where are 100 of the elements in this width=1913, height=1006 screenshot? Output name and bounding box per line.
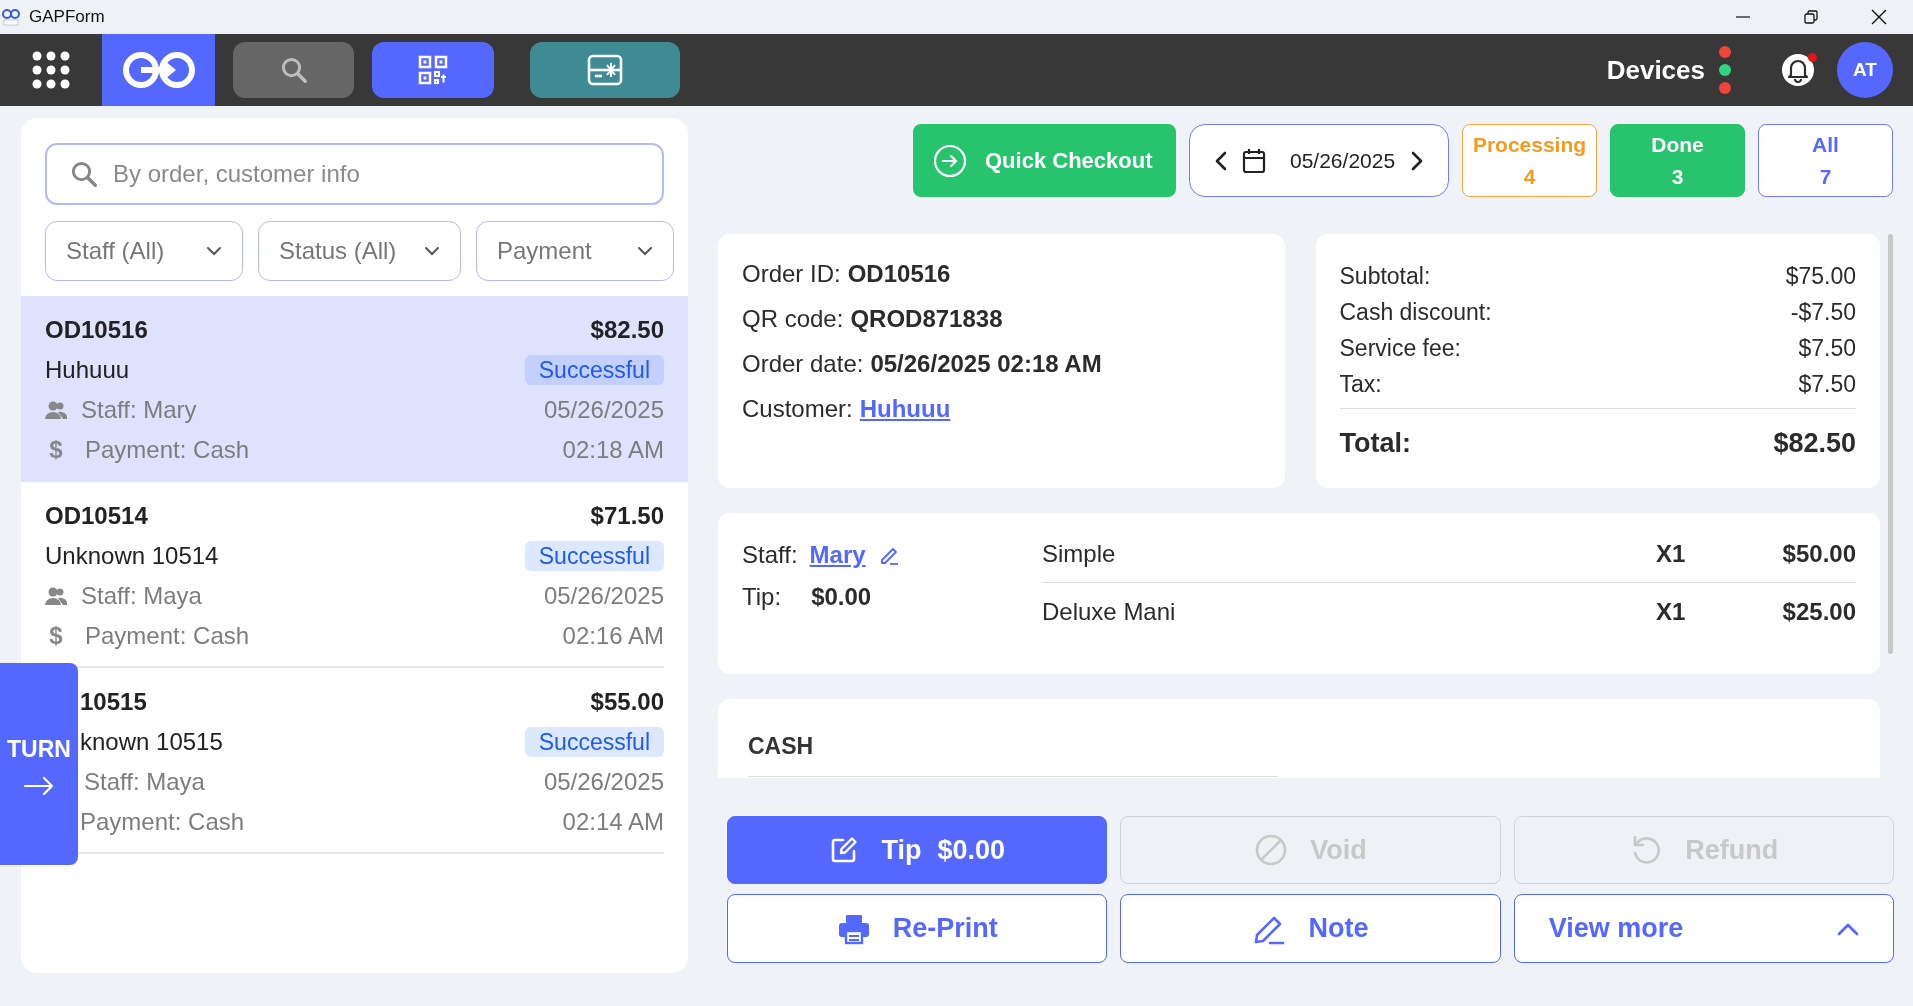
filter-dropdown[interactable]: Status (All)	[258, 221, 461, 281]
total-value: -$7.50	[1790, 297, 1856, 327]
order-amount: $55.00	[590, 687, 664, 717]
dollar-icon: $	[45, 432, 67, 468]
linked-rings-logo-icon	[120, 50, 197, 90]
notification-bell-icon[interactable]	[1781, 53, 1815, 87]
filter-dropdown[interactable]: Payment	[476, 221, 674, 281]
devices-label: Devices	[1606, 53, 1705, 87]
staff-name: Staff: Maya	[84, 767, 205, 797]
info-label: Customer:	[742, 393, 853, 424]
grand-total-value: $82.50	[1773, 427, 1856, 460]
customer-name: Huhuuu	[45, 355, 130, 385]
order-time: 02:14 AM	[562, 807, 664, 837]
info-value: 05/26/2025 02:18 AM	[870, 348, 1102, 379]
chevron-left-icon[interactable]	[1214, 149, 1228, 172]
action-button[interactable]: Note	[1120, 894, 1501, 963]
order-time: 02:16 AM	[562, 621, 664, 651]
total-value: $75.00	[1785, 261, 1856, 291]
chevron-down-icon	[637, 246, 653, 256]
users-icon	[45, 586, 67, 606]
info-label: Order date:	[742, 348, 864, 379]
total-value: $7.50	[1798, 333, 1856, 363]
service-price: $25.00	[1781, 597, 1856, 627]
search-button[interactable]	[233, 42, 354, 98]
info-label: Order ID:	[742, 258, 841, 289]
total-value: $7.50	[1798, 369, 1856, 399]
chevron-down-icon	[424, 246, 440, 256]
customer-link[interactable]: Huhuuu	[859, 390, 951, 427]
filter-dropdown[interactable]: Staff (All)	[45, 221, 243, 281]
app-logo-icon	[1, 7, 21, 27]
caret-up-icon	[1837, 921, 1859, 936]
grid-menu-icon[interactable]	[31, 50, 71, 90]
payment-method: Payment: Cash	[85, 621, 250, 651]
service-name: Deluxe Mani	[1042, 597, 1177, 627]
order-time: 02:18 AM	[562, 435, 664, 465]
order-row[interactable]: OD10516 $82.50 Huhuuu Successful Staff: Mary 05/26/2025 $ Payment: Cash 02:18 AM	[21, 296, 688, 482]
info-label: QR code:	[742, 303, 844, 334]
service-quantity: X1	[1656, 538, 1687, 569]
order-date: 05/26/2025	[543, 767, 664, 797]
payment-method: Payment: Cash	[80, 807, 245, 837]
window-title: GAPForm	[29, 6, 105, 29]
status-count-button[interactable]: Processing 4	[1462, 124, 1597, 197]
action-button[interactable]: View more	[1513, 894, 1894, 963]
order-amount: $82.50	[590, 315, 664, 345]
search-icon	[69, 159, 99, 189]
tip-value: $0.00	[811, 582, 872, 612]
order-id: 10515	[79, 687, 147, 717]
chevron-right-icon[interactable]	[1410, 149, 1424, 172]
card-sparkle-icon	[587, 54, 623, 86]
staff-link[interactable]: Mary	[809, 537, 866, 573]
search-input[interactable]: By order, customer info	[113, 156, 640, 192]
arrow-circle-icon	[933, 143, 967, 178]
total-label: Service fee:	[1339, 333, 1461, 363]
home-logo-button[interactable]	[102, 34, 215, 106]
order-amount: $71.50	[590, 501, 664, 531]
action-button[interactable]: Re-Print	[727, 894, 1108, 963]
total-label: Subtotal:	[1339, 261, 1431, 291]
quick-checkout-button[interactable]: Quick Checkout	[913, 124, 1176, 197]
dollar-icon: $	[45, 618, 67, 654]
status-count-button[interactable]: Done 3	[1610, 124, 1745, 197]
status-count-button[interactable]: All 7	[1758, 124, 1893, 197]
payment-title: CASH	[748, 729, 1278, 777]
info-value: OD10516	[847, 258, 951, 289]
users-icon	[45, 400, 67, 420]
service-quantity: X1	[1656, 597, 1687, 627]
service-price: $50.00	[1781, 538, 1856, 569]
printer-icon	[836, 912, 871, 945]
payment-method: Payment: Cash	[85, 435, 250, 465]
qr-scan-button[interactable]	[372, 42, 494, 98]
edit-icon	[829, 835, 860, 865]
scrollbar[interactable]	[1888, 234, 1893, 654]
calendar-icon	[1242, 147, 1266, 174]
customer-name: Unknown 10514	[45, 541, 219, 571]
qr-code-icon	[418, 55, 448, 85]
grand-total-label: Total:	[1339, 427, 1411, 460]
total-label: Cash discount:	[1339, 297, 1492, 327]
status-badge: Successful	[524, 541, 664, 571]
order-date: 05/26/2025	[543, 395, 664, 425]
staff-name: Staff: Maya	[81, 581, 202, 611]
arrow-right-icon	[23, 776, 55, 797]
action-button[interactable]: Tip $0.00	[727, 816, 1108, 884]
info-value: QROD871838	[850, 303, 1003, 334]
card-terminal-button[interactable]	[530, 42, 680, 98]
order-id: OD10514	[45, 501, 148, 531]
close-icon[interactable]	[1871, 9, 1887, 25]
tip-label: Tip:	[742, 582, 782, 612]
staff-label: Staff:	[742, 540, 798, 570]
order-id: OD10516	[45, 315, 148, 345]
turn-tab[interactable]: TURN	[0, 663, 78, 865]
chevron-down-icon	[206, 246, 222, 256]
date-value: 05/26/2025	[1290, 147, 1396, 174]
customer-name: known 10515	[79, 727, 223, 757]
restore-icon[interactable]	[1804, 10, 1818, 24]
staff-name: Staff: Mary	[81, 395, 197, 425]
total-label: Tax:	[1339, 369, 1382, 399]
status-badge: Successful	[524, 727, 664, 757]
search-field[interactable]: By order, customer info	[45, 143, 664, 205]
prohibited-icon	[1254, 833, 1289, 867]
service-name: Simple	[1042, 538, 1117, 569]
user-avatar[interactable]: AT	[1837, 42, 1893, 98]
